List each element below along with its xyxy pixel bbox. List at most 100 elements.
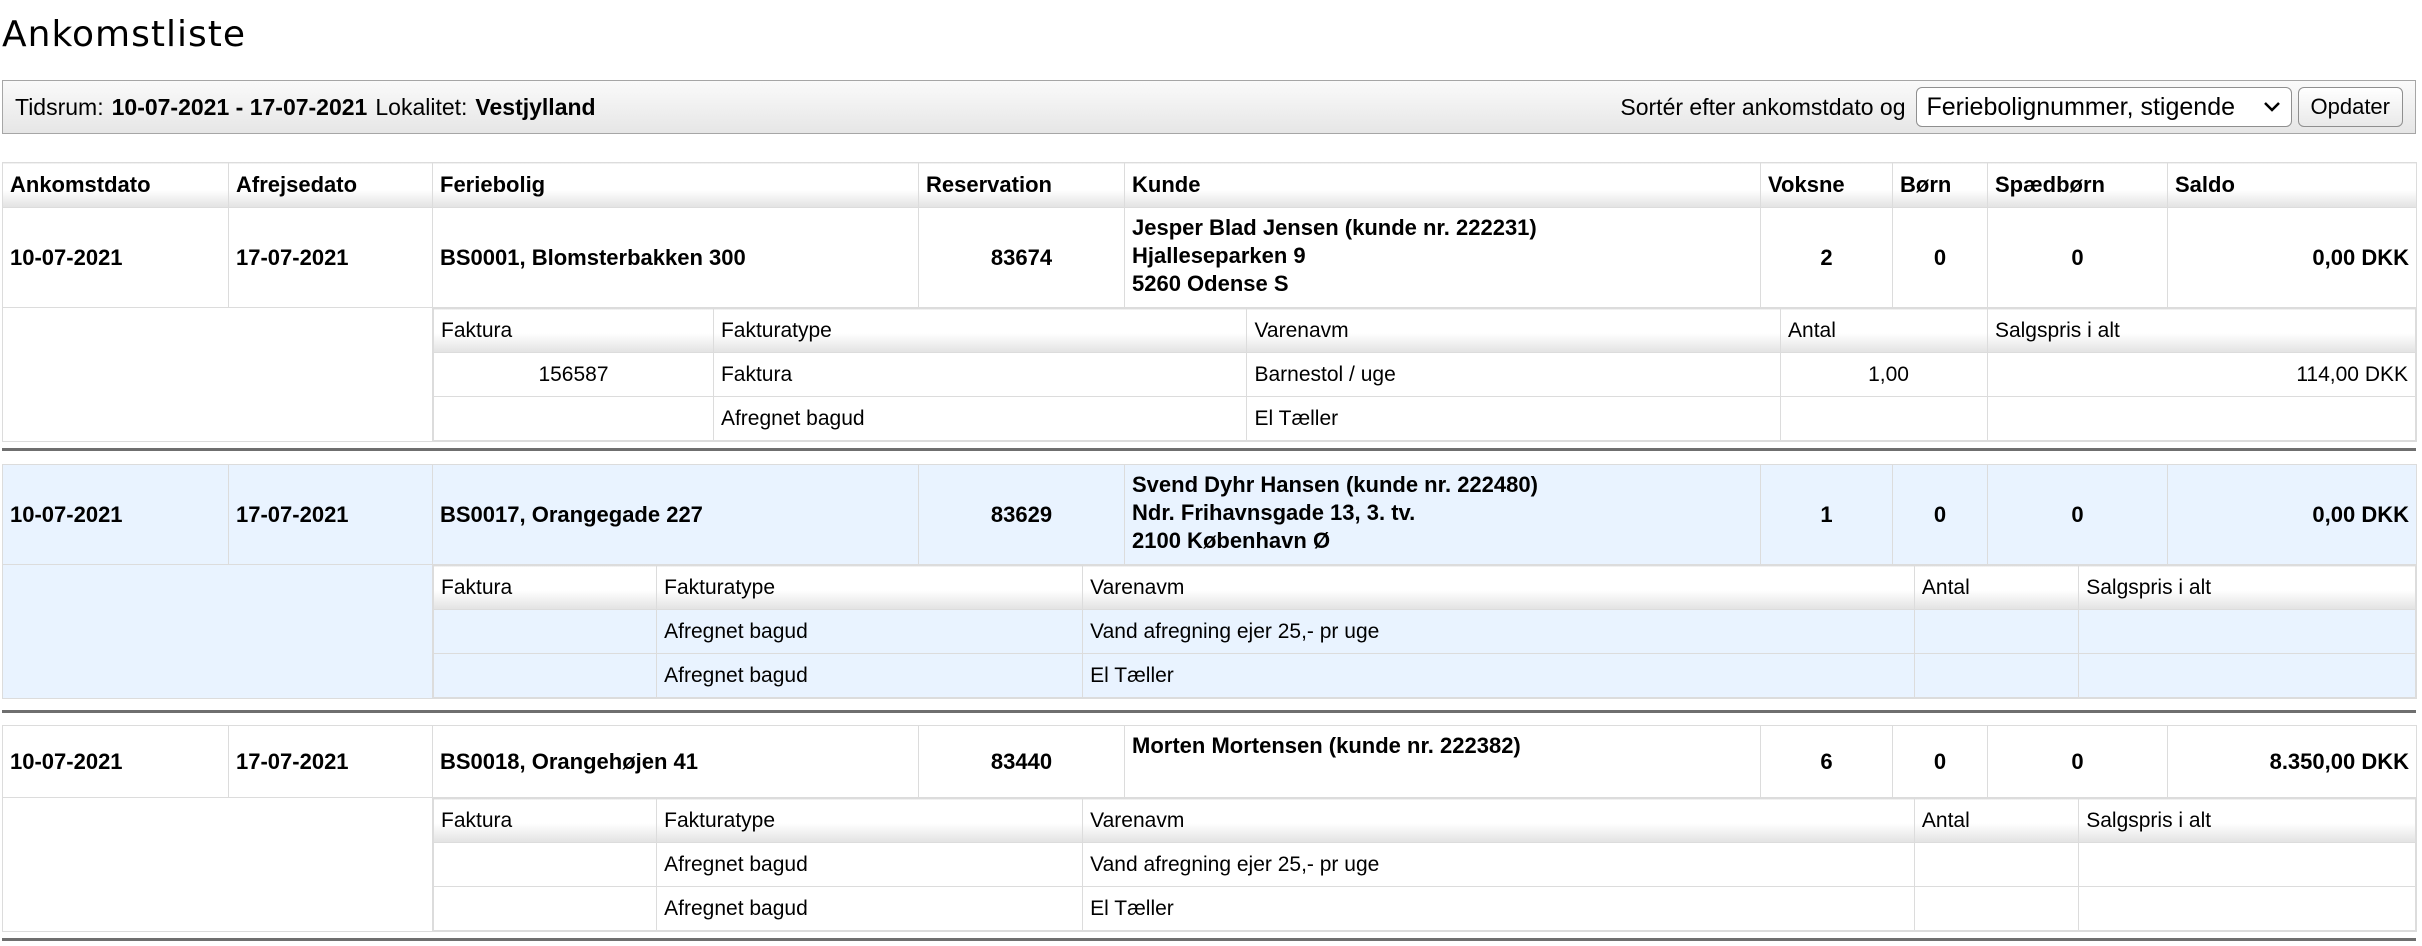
kunde-cell[interactable]: Svend Dyhr Hansen (kunde nr. 222480) Ndr…	[1124, 464, 1761, 565]
update-button[interactable]: Opdater	[2297, 87, 2403, 127]
invoice-row: Faktura Fakturatype Varenavm Antal Salgs…	[2, 307, 2417, 442]
kunde-city: 2100 København Ø	[1132, 528, 1331, 553]
col-voksne[interactable]: Voksne	[1760, 162, 1893, 208]
invoice-table: Faktura Fakturatype Varenavm Antal Salgs…	[433, 798, 2416, 931]
faktura-cell	[433, 396, 714, 441]
antal-cell	[1913, 842, 2080, 887]
varenavn-cell: Vand afregning ejer 25,- pr uge	[1082, 609, 1915, 654]
sub-col-pris: Salgspris i alt	[2078, 565, 2416, 610]
col-kunde[interactable]: Kunde	[1124, 162, 1761, 208]
kunde-name: Morten Mortensen (kunde nr. 222382)	[1132, 733, 1521, 758]
saldo-cell: 8.350,00 DKK	[2167, 725, 2417, 798]
ankomstdato-cell: 10-07-2021	[2, 207, 229, 308]
pris-cell	[2078, 886, 2416, 931]
lokalitet-value: Vestjylland	[475, 93, 596, 120]
chevron-down-icon	[2263, 102, 2280, 112]
col-afrejsedato[interactable]: Afrejsedato	[228, 162, 433, 208]
sub-col-varenavn: Varenavm	[1082, 565, 1915, 610]
antal-cell	[1913, 886, 2080, 931]
table-row: 10-07-2021 17-07-2021 BS0017, Orangegade…	[2, 464, 2417, 565]
invoice-cell: Faktura Fakturatype Varenavm Antal Salgs…	[432, 797, 2417, 932]
sub-col-antal: Antal	[1913, 565, 2080, 610]
faktura-cell	[433, 842, 658, 887]
varenavn-cell: El Tæller	[1246, 396, 1782, 441]
afrejsedato-cell: 17-07-2021	[228, 464, 433, 565]
faktura-cell	[433, 886, 658, 931]
fakturatype-cell: Faktura	[712, 352, 1248, 397]
fakturatype-cell: Afregnet bagud	[712, 396, 1248, 441]
sub-col-fakturatype: Fakturatype	[656, 565, 1084, 610]
afrejsedato-cell: 17-07-2021	[228, 725, 433, 798]
afrejsedato-cell: 17-07-2021	[228, 207, 433, 308]
table-row: 10-07-2021 17-07-2021 BS0018, Orangehøje…	[2, 725, 2417, 798]
filter-bar: Tidsrum: 10-07-2021 - 17-07-2021 Lokalit…	[2, 80, 2416, 134]
fakturatype-cell: Afregnet bagud	[656, 886, 1084, 931]
sub-col-pris: Salgspris i alt	[2078, 798, 2416, 843]
spaedborn-cell: 0	[1987, 464, 2168, 565]
born-cell: 0	[1892, 464, 1988, 565]
faktura-cell	[433, 609, 658, 654]
feriebolig-cell[interactable]: BS0017, Orangegade 227	[432, 464, 919, 565]
invoice-header: Faktura Fakturatype Varenavm Antal Salgs…	[433, 565, 2416, 610]
col-reservation[interactable]: Reservation	[918, 162, 1125, 208]
invoice-row: Faktura Fakturatype Varenavm Antal Salgs…	[2, 797, 2417, 932]
fakturatype-cell: Afregnet bagud	[656, 609, 1084, 654]
invoice-row: Faktura Fakturatype Varenavm Antal Salgs…	[2, 564, 2417, 699]
sub-col-fakturatype: Fakturatype	[656, 798, 1084, 843]
page-title: Ankomstliste	[2, 14, 246, 55]
antal-cell	[1913, 609, 2080, 654]
kunde-city: 5260 Odense S	[1132, 271, 1289, 296]
ankomstdato-cell: 10-07-2021	[2, 725, 229, 798]
voksne-cell: 1	[1760, 464, 1893, 565]
divider	[2, 710, 2416, 713]
pris-cell	[2078, 609, 2416, 654]
list-item: Afregnet bagud El Tæller	[433, 396, 2416, 441]
col-born[interactable]: Børn	[1892, 162, 1988, 208]
arrival-table-2: 10-07-2021 17-07-2021 BS0017, Orangegade…	[2, 464, 2417, 699]
born-cell: 0	[1892, 207, 1988, 308]
divider	[2, 938, 2416, 941]
invoice-indent	[2, 797, 433, 932]
col-ankomstdato[interactable]: Ankomstdato	[2, 162, 229, 208]
kunde-cell[interactable]: Jesper Blad Jensen (kunde nr. 222231) Hj…	[1124, 207, 1761, 308]
sub-col-faktura: Faktura	[433, 565, 658, 610]
kunde-name: Svend Dyhr Hansen (kunde nr. 222480)	[1132, 472, 1538, 497]
kunde-cell[interactable]: Morten Mortensen (kunde nr. 222382)	[1124, 725, 1761, 798]
kunde-name: Jesper Blad Jensen (kunde nr. 222231)	[1132, 215, 1537, 240]
col-saldo[interactable]: Saldo	[2167, 162, 2417, 208]
divider	[2, 448, 2416, 451]
list-item: Afregnet bagud Vand afregning ejer 25,- …	[433, 609, 2416, 654]
reservation-cell[interactable]: 83629	[918, 464, 1125, 565]
faktura-cell[interactable]: 156587	[433, 352, 714, 397]
reservation-cell[interactable]: 83674	[918, 207, 1125, 308]
invoice-header: Faktura Fakturatype Varenavm Antal Salgs…	[433, 798, 2416, 843]
pris-cell	[2078, 653, 2416, 698]
spaedborn-cell: 0	[1987, 725, 2168, 798]
sub-col-faktura: Faktura	[433, 798, 658, 843]
sort-label: Sortér efter ankomstdato og	[1620, 93, 1906, 120]
voksne-cell: 2	[1760, 207, 1893, 308]
list-item: Afregnet bagud Vand afregning ejer 25,- …	[433, 842, 2416, 887]
col-feriebolig[interactable]: Feriebolig	[432, 162, 919, 208]
reservation-cell[interactable]: 83440	[918, 725, 1125, 798]
sub-col-pris: Salgspris i alt	[1986, 308, 2416, 353]
fakturatype-cell: Afregnet bagud	[656, 842, 1084, 887]
sort-select[interactable]: Feriebolignummer, stigende	[1915, 87, 2292, 127]
feriebolig-cell[interactable]: BS0018, Orangehøjen 41	[432, 725, 919, 798]
kunde-address: Hjalleseparken 9	[1132, 243, 1306, 268]
antal-cell	[1913, 653, 2080, 698]
invoice-header: Faktura Fakturatype Varenavm Antal Salgs…	[433, 308, 2416, 353]
saldo-cell: 0,00 DKK	[2167, 207, 2417, 308]
feriebolig-cell[interactable]: BS0001, Blomsterbakken 300	[432, 207, 919, 308]
lokalitet-label: Lokalitet:	[375, 93, 468, 120]
arrival-table-3: 10-07-2021 17-07-2021 BS0018, Orangehøje…	[2, 725, 2417, 932]
sub-col-fakturatype: Fakturatype	[712, 308, 1248, 353]
sub-col-antal: Antal	[1913, 798, 2080, 843]
arrival-table-1: Ankomstdato Afrejsedato Feriebolig Reser…	[2, 162, 2417, 442]
varenavn-cell: Barnestol / uge	[1246, 352, 1782, 397]
antal-cell	[1780, 396, 1988, 441]
col-spaedborn[interactable]: Spædbørn	[1987, 162, 2168, 208]
saldo-cell: 0,00 DKK	[2167, 464, 2417, 565]
spaedborn-cell: 0	[1987, 207, 2168, 308]
antal-cell: 1,00	[1780, 352, 1988, 397]
